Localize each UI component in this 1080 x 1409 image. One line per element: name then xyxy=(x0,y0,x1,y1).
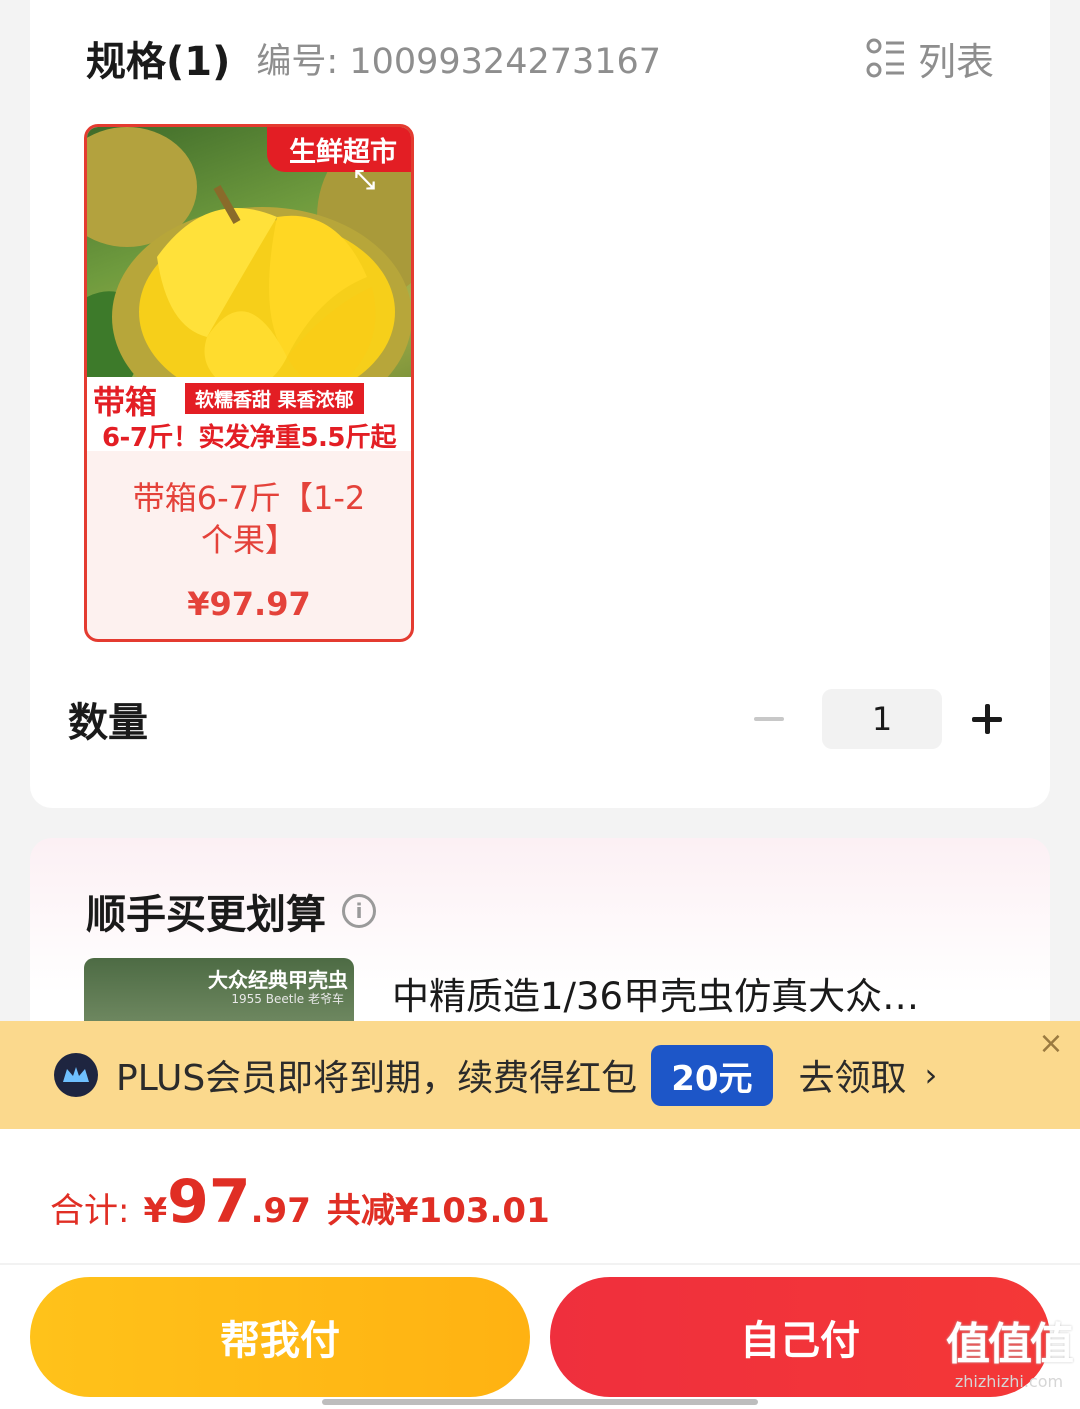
divider xyxy=(0,1263,1080,1265)
addon-heading: 顺手买更划算 i xyxy=(86,882,376,940)
expand-icon[interactable]: ⤡ xyxy=(354,165,375,196)
spec-panel: 规格(1) 编号: 10099324273167 列表 生鲜超市 ⤡ 带箱 软糯… xyxy=(30,0,1050,808)
red-packet-badge: 20元 xyxy=(651,1044,773,1106)
list-toggle-label: 列表 xyxy=(917,39,994,84)
close-icon[interactable]: × xyxy=(1022,1021,1080,1065)
minus-icon xyxy=(754,717,784,721)
watermark-logo: 值值值 xyxy=(946,1319,1074,1370)
claim-link[interactable]: 去领取 xyxy=(799,1049,907,1101)
sku-option-selected[interactable]: 生鲜超市 ⤡ 带箱 软糯香甜 果香浓郁 6-7斤！实发净重5.5斤起 带箱6-7… xyxy=(84,124,414,642)
watermark-url: zhizhizhi.com xyxy=(954,1372,1064,1391)
feature-tag: 软糯香甜 果香浓郁 xyxy=(185,383,364,414)
discount-total: 共减¥103.01 xyxy=(326,1191,550,1231)
total-summary: 合计: ¥ 97 .97 共减¥103.01 xyxy=(50,1167,550,1237)
quantity-row: 数量 1 xyxy=(68,688,1010,750)
addon-title: 顺手买更划算 xyxy=(86,892,326,938)
plus-banner-text: PLUS会员即将到期，续费得红包 xyxy=(116,1058,638,1099)
minus-button[interactable] xyxy=(746,696,792,742)
product-code: 编号: 10099324273167 xyxy=(256,41,662,82)
help-pay-button[interactable]: 帮我付 xyxy=(30,1277,530,1397)
chevron-right-icon: › xyxy=(924,1056,938,1094)
addon-thumb-title: 大众经典甲壳虫 xyxy=(208,968,348,992)
list-icon xyxy=(866,38,904,78)
addon-product-name[interactable]: 中精质造1/36甲壳虫仿真大众… xyxy=(392,966,992,1020)
sku-name: 带箱6-7斤【1-2个果】 xyxy=(132,479,366,559)
info-icon[interactable]: i xyxy=(342,894,376,928)
quantity-label: 数量 xyxy=(68,700,148,746)
list-view-toggle[interactable]: 列表 xyxy=(866,31,994,86)
plus-button[interactable] xyxy=(964,696,1010,742)
fresh-market-tag: 生鲜超市 xyxy=(267,127,411,172)
total-amount-integer: 97 xyxy=(167,1167,251,1237)
spec-header: 规格(1) 编号: 10099324273167 列表 xyxy=(86,30,994,86)
quantity-stepper: 1 xyxy=(746,689,1010,749)
home-indicator[interactable] xyxy=(322,1399,758,1405)
checkout-bar: 合计: ¥ 97 .97 共减¥103.01 帮我付 自己付 值值值 zhizh… xyxy=(0,1129,1080,1409)
spec-title: 规格(1) xyxy=(86,39,231,85)
total-currency: ¥ xyxy=(143,1191,168,1231)
addon-thumb-subtitle: 1955 Beetle 老爷车 xyxy=(231,992,344,1006)
sku-promo-strip: 带箱 软糯香甜 果香浓郁 6-7斤！实发净重5.5斤起 xyxy=(87,377,411,451)
plus-renewal-banner[interactable]: PLUS会员即将到期，续费得红包 20元 去领取 › × xyxy=(0,1021,1080,1129)
quantity-input[interactable]: 1 xyxy=(822,689,942,749)
weight-tag: 6-7斤！实发净重5.5斤起 xyxy=(101,423,397,451)
site-watermark: 值值值 zhizhizhi.com xyxy=(946,1308,1074,1391)
plus-crown-icon xyxy=(54,1053,98,1097)
sku-price: ¥97.97 xyxy=(187,585,311,623)
total-label: 合计: xyxy=(50,1191,130,1231)
sku-product-image: 生鲜超市 ⤡ 带箱 软糯香甜 果香浓郁 6-7斤！实发净重5.5斤起 xyxy=(87,127,411,451)
total-amount-decimal: .97 xyxy=(250,1191,311,1231)
